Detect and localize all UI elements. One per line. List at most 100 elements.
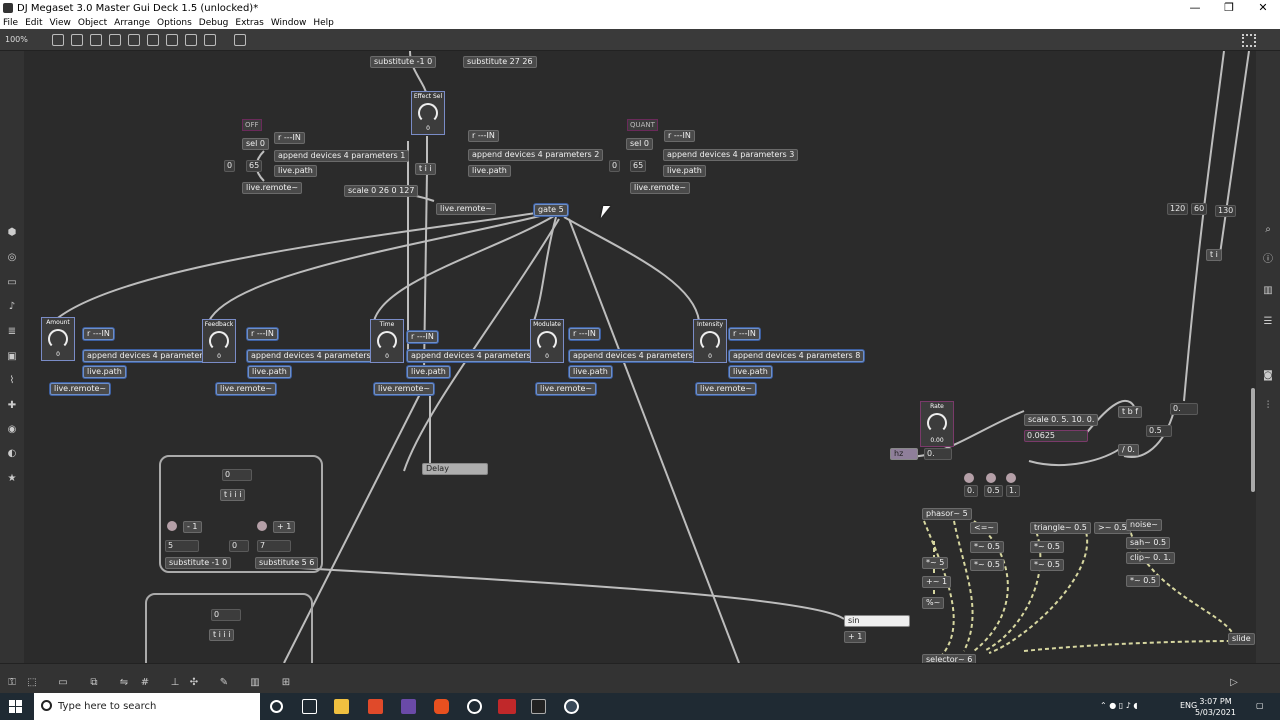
- target-icon[interactable]: ◎: [7, 253, 17, 263]
- help-icon[interactable]: [185, 33, 197, 46]
- number-box[interactable]: 7: [257, 540, 291, 552]
- mixer-icon[interactable]: ⫶: [1263, 401, 1273, 411]
- star-icon[interactable]: ★: [7, 474, 17, 484]
- toggle-icon[interactable]: [128, 33, 140, 46]
- max-icon[interactable]: [467, 699, 482, 714]
- menu-edit[interactable]: Edit: [22, 18, 46, 28]
- image-icon[interactable]: ▣: [7, 352, 17, 362]
- number-box[interactable]: 60: [1191, 203, 1208, 215]
- menu-help[interactable]: Help: [310, 18, 338, 28]
- signal-op-object[interactable]: *~ 0.5: [970, 541, 1004, 553]
- plus-object[interactable]: + 1: [844, 631, 867, 643]
- receive-object[interactable]: r ---IN: [468, 130, 499, 142]
- number-box[interactable]: 0: [609, 160, 621, 172]
- effect-select-dial[interactable]: Effect Sel 0: [411, 91, 445, 135]
- close-button[interactable]: ✕: [1246, 0, 1280, 15]
- lock-icon[interactable]: [234, 33, 246, 46]
- trigger-object[interactable]: t b f: [1118, 406, 1143, 418]
- live-path-object[interactable]: live.path: [83, 366, 126, 378]
- maximize-button[interactable]: ❐: [1212, 0, 1246, 15]
- knob-icon[interactable]: [257, 521, 267, 531]
- package-icon[interactable]: ⬢: [7, 228, 17, 238]
- signal-op-object[interactable]: noise~: [1126, 519, 1162, 531]
- slide-object[interactable]: slide: [1228, 633, 1255, 645]
- align-icon[interactable]: ⊥: [169, 677, 181, 689]
- brave-icon[interactable]: [434, 699, 449, 714]
- grid-icon[interactable]: [1242, 34, 1256, 47]
- number-box[interactable]: 0.0625: [1024, 430, 1088, 442]
- signal-op-object[interactable]: sah~ 0.5: [1126, 537, 1171, 549]
- link-icon[interactable]: ⇋: [118, 677, 130, 689]
- live-path-object[interactable]: live.path: [248, 366, 291, 378]
- play-icon[interactable]: ▷: [1228, 677, 1240, 689]
- number-box[interactable]: 0.: [1170, 403, 1198, 415]
- menu-extras[interactable]: Extras: [232, 18, 267, 28]
- task-view-icon[interactable]: [302, 699, 317, 714]
- rate-dial[interactable]: Rate 0.00: [920, 401, 954, 447]
- app-icon[interactable]: [368, 699, 383, 714]
- live-path-object[interactable]: live.path: [274, 165, 317, 177]
- number-box[interactable]: 0.5: [1146, 425, 1172, 437]
- presentation-icon[interactable]: ⬚: [26, 677, 38, 689]
- app-icon[interactable]: [401, 699, 416, 714]
- number-box[interactable]: 65: [246, 160, 263, 172]
- list-icon[interactable]: ☰: [1263, 317, 1273, 327]
- signal-op-object[interactable]: *~ 0.5: [1126, 575, 1160, 587]
- snap-icon[interactable]: ✣: [188, 677, 200, 689]
- intensity-dial[interactable]: Intensity 0: [693, 319, 727, 363]
- puzzle-icon[interactable]: ✚: [7, 401, 17, 411]
- minimize-button[interactable]: —: [1178, 0, 1212, 15]
- live-remote-object[interactable]: live.remote~: [216, 383, 277, 395]
- number-box[interactable]: 65: [630, 160, 647, 172]
- selector-object[interactable]: selector~ 6: [922, 654, 977, 663]
- signal-op-object[interactable]: *~ 5: [922, 557, 949, 569]
- menu-file[interactable]: File: [0, 18, 22, 28]
- substitute-object[interactable]: substitute 5 6: [255, 557, 319, 569]
- number-box[interactable]: 5: [165, 540, 199, 552]
- camera-icon[interactable]: ◙: [1263, 371, 1273, 381]
- phasor-object[interactable]: phasor~ 5: [922, 508, 972, 520]
- minus-object[interactable]: - 1: [183, 521, 202, 533]
- signal-op-object[interactable]: *~ 0.5: [1030, 541, 1064, 553]
- scale-object[interactable]: scale 0. 5. 10. 0.: [1024, 414, 1099, 426]
- panel-icon[interactable]: [166, 33, 178, 46]
- feedback-dial[interactable]: Feedback 0: [202, 319, 236, 363]
- scale-object[interactable]: scale 0 26 0 127: [344, 185, 419, 197]
- live-remote-object[interactable]: live.remote~: [242, 182, 303, 194]
- live-path-object[interactable]: live.path: [468, 165, 511, 177]
- taskbar-search[interactable]: Type here to search: [34, 693, 260, 720]
- ableton-live-icon[interactable]: [531, 699, 546, 714]
- live-path-object[interactable]: live.path: [407, 366, 450, 378]
- object-list-icon[interactable]: ▭: [7, 278, 17, 288]
- number-box[interactable]: 130: [1215, 205, 1237, 217]
- waveform-message[interactable]: sin: [844, 615, 910, 627]
- live-remote-object[interactable]: live.remote~: [696, 383, 757, 395]
- receive-object[interactable]: r ---IN: [274, 132, 305, 144]
- menu-arrange[interactable]: Arrange: [111, 18, 154, 28]
- compass-icon[interactable]: ◉: [7, 425, 17, 435]
- knob-icon[interactable]: [964, 473, 974, 483]
- live-remote-object[interactable]: live.remote~: [50, 383, 111, 395]
- sel-object[interactable]: sel 0: [626, 138, 653, 150]
- menu-view[interactable]: View: [47, 18, 75, 28]
- message-icon[interactable]: [90, 33, 102, 46]
- live-remote-object[interactable]: live.remote~: [436, 203, 497, 215]
- preset-icon[interactable]: [71, 33, 83, 46]
- taskbar-clock[interactable]: 3:07 PM 5/03/2021: [1195, 696, 1236, 718]
- grid-icon[interactable]: #: [139, 677, 151, 689]
- signal-op-object[interactable]: clip~ 0. 1.: [1126, 552, 1175, 564]
- wrench-icon[interactable]: ✎: [218, 677, 230, 689]
- delay-message[interactable]: Delay: [422, 463, 488, 475]
- substitute-object[interactable]: substitute -1 0: [165, 557, 232, 569]
- notification-icon[interactable]: ▢: [1256, 701, 1264, 710]
- signal-op-object[interactable]: *~ 0.5: [970, 559, 1004, 571]
- substitute-object[interactable]: substitute 27 26: [463, 56, 537, 68]
- hz-button[interactable]: hz: [890, 448, 918, 460]
- signal-op-object[interactable]: %~: [922, 597, 945, 609]
- live-path-object[interactable]: live.path: [729, 366, 772, 378]
- signal-op-object[interactable]: triangle~ 0.5: [1030, 522, 1091, 534]
- live-remote-object[interactable]: live.remote~: [536, 383, 597, 395]
- tray-icons[interactable]: ⌃ ● ▯ ♪ ◖: [1100, 701, 1138, 710]
- receive-object[interactable]: r ---IN: [83, 328, 114, 340]
- append-object[interactable]: append devices 4 parameters 4: [407, 350, 543, 362]
